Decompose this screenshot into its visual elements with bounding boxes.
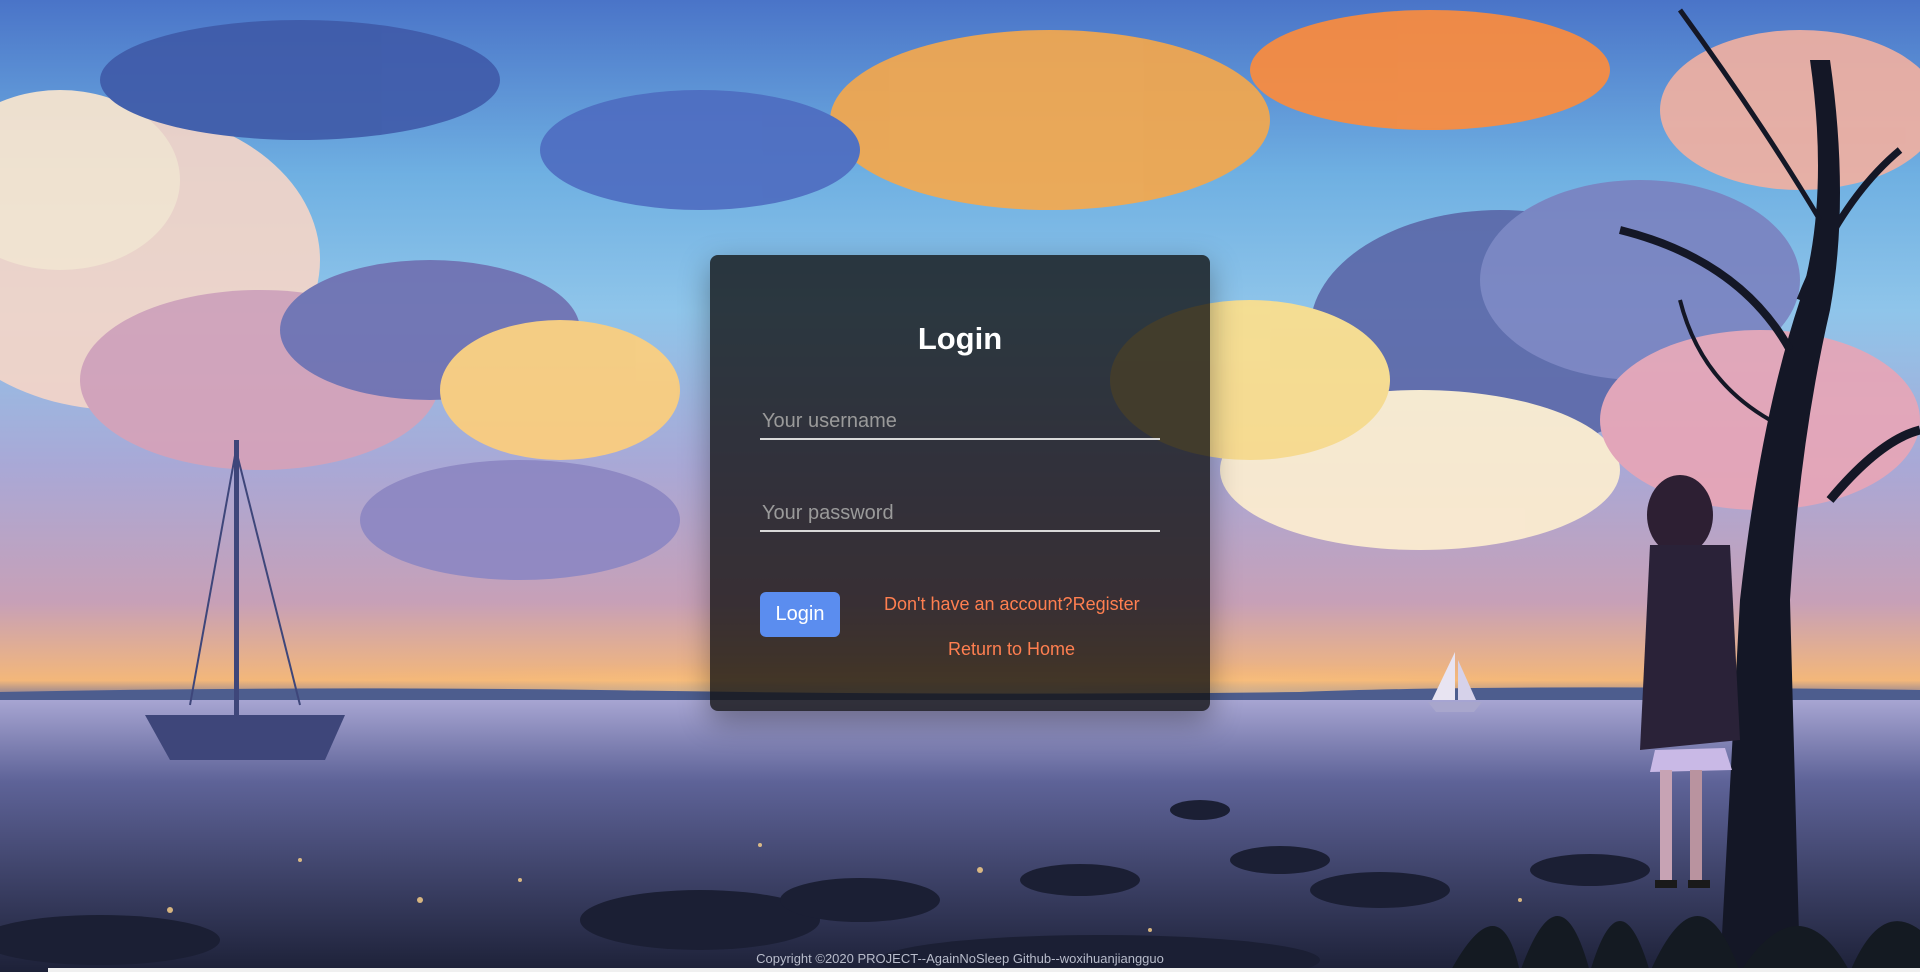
page-background: Login Login Don't have an account?Regist…: [0, 0, 1920, 972]
login-button[interactable]: Login: [760, 592, 840, 637]
password-input[interactable]: [760, 496, 1160, 532]
register-link[interactable]: Don't have an account?Register: [884, 594, 1140, 615]
horizontal-scrollbar[interactable]: [48, 968, 1920, 972]
username-input[interactable]: [760, 404, 1160, 440]
return-home-link[interactable]: Return to Home: [948, 639, 1075, 660]
login-card: Login Login Don't have an account?Regist…: [710, 255, 1210, 711]
footer-copyright: Copyright ©2020 PROJECT--AgainNoSleep Gi…: [756, 951, 1164, 966]
login-title: Login: [917, 321, 1003, 356]
